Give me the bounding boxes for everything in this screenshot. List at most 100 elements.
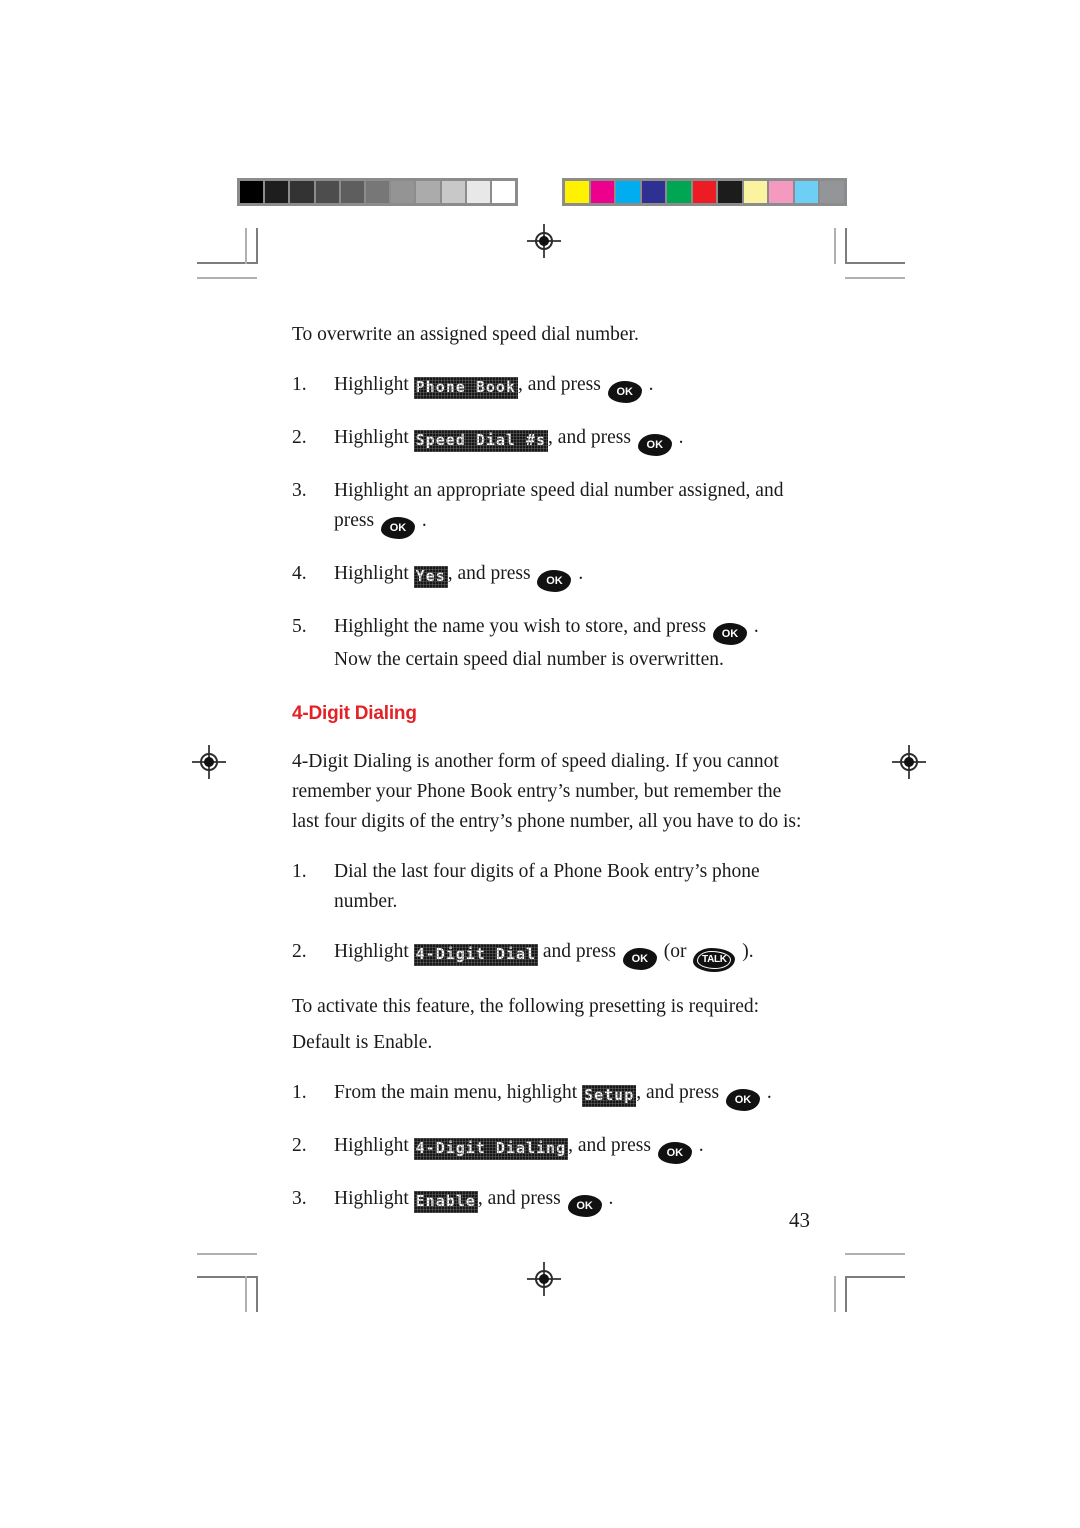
registration-target-top <box>527 224 561 258</box>
lcd-menu-label[interactable]: Phone Book <box>413 377 519 399</box>
bleed-rule-top-left <box>197 277 257 279</box>
lcd-menu-label[interactable]: Yes <box>413 566 448 588</box>
lcd-menu-label[interactable]: Speed Dial #s <box>413 430 549 452</box>
page-number: 43 <box>789 1208 810 1232</box>
color-calibration-bar <box>562 178 847 206</box>
step-number: 3. <box>292 480 307 501</box>
step-number: 5. <box>292 616 307 637</box>
talk-key-icon[interactable]: TALK <box>693 948 736 972</box>
lcd-menu-label[interactable]: 4-Digit Dialing <box>413 1138 569 1160</box>
gray-swatch-5 <box>365 181 390 203</box>
color-swatch-8 <box>769 181 793 203</box>
ok-key-icon[interactable]: OK <box>725 1089 760 1111</box>
gray-swatch-8 <box>441 181 465 203</box>
crop-mark-top-right-horizontal <box>845 262 905 264</box>
ok-key-icon[interactable]: OK <box>712 623 747 645</box>
ok-key-icon[interactable]: OK <box>657 1142 692 1164</box>
bleed-rule-bottom-right <box>845 1253 905 1255</box>
numbered-step: 4. Highlight Yes, and press OK . <box>292 559 812 592</box>
step-number: 2. <box>292 427 307 448</box>
gray-swatch-9 <box>466 181 490 203</box>
gray-swatch-10 <box>491 181 516 203</box>
lcd-menu-label[interactable]: Setup <box>582 1085 637 1107</box>
numbered-step: 1. Highlight Phone Book, and press OK . <box>292 370 812 403</box>
page-content: To overwrite an assigned speed dial numb… <box>292 320 812 1237</box>
gray-swatch-7 <box>416 181 440 203</box>
registration-target-right <box>892 745 926 779</box>
grayscale-calibration-bar <box>237 178 518 206</box>
registration-target-left <box>192 745 226 779</box>
numbered-step: 2. Highlight 4-Digit Dial and press OK (o… <box>292 937 812 972</box>
gray-swatch-3 <box>315 181 339 203</box>
ok-key-icon[interactable]: OK <box>607 381 642 403</box>
trim-tick-top-left <box>245 228 247 264</box>
ok-key-icon[interactable]: OK <box>637 434 672 456</box>
numbered-step: 1. Dial the last four digits of a Phone B… <box>292 857 812 917</box>
step-continuation-text: Now the certain speed dial number is ove… <box>334 649 724 670</box>
color-swatch-0 <box>565 181 589 203</box>
color-swatch-2 <box>616 181 640 203</box>
color-swatch-6 <box>718 181 742 203</box>
step-text: Highlight Yes, and press OK . <box>334 559 812 592</box>
step-text: Highlight Speed Dial #s, and press OK . <box>334 423 812 456</box>
trim-tick-top-right <box>834 228 836 264</box>
color-swatch-3 <box>641 181 666 203</box>
color-swatch-7 <box>743 181 768 203</box>
section-heading: 4-Digit Dialing <box>292 703 417 724</box>
ok-key-icon[interactable]: OK <box>537 570 572 592</box>
step-text: Highlight the name you wish to store, an… <box>334 612 812 675</box>
presetting-line-2: Default is Enable. <box>292 1032 433 1053</box>
intro-paragraph: To overwrite an assigned speed dial numb… <box>292 324 639 345</box>
trim-tick-bottom-right <box>834 1276 836 1312</box>
numbered-step: 1. From the main menu, highlight Setup, a… <box>292 1078 812 1111</box>
step-text: Dial the last four digits of a Phone Boo… <box>334 861 760 912</box>
talk-key-label: TALK <box>702 954 727 965</box>
step-text: Highlight an appropriate speed dial numb… <box>334 476 812 539</box>
presetting-line-1: To activate this feature, the following … <box>292 996 760 1017</box>
dialing-steps-list: 1. Dial the last four digits of a Phone B… <box>292 857 812 972</box>
registration-target-bottom <box>527 1262 561 1296</box>
crop-mark-top-right-vertical <box>845 228 847 264</box>
step-number: 4. <box>292 563 307 584</box>
crop-mark-bottom-right-vertical <box>845 1276 847 1312</box>
gray-swatch-0 <box>240 181 264 203</box>
gray-swatch-6 <box>391 181 415 203</box>
step-text: From the main menu, highlight Setup, and… <box>334 1078 812 1111</box>
gray-swatch-1 <box>265 181 289 203</box>
section-paragraph: 4-Digit Dialing is another form of speed… <box>292 751 802 832</box>
registration-center-dot <box>539 236 549 246</box>
step-number: 2. <box>292 1135 307 1156</box>
overwrite-steps-list: 1. Highlight Phone Book, and press OK . 2.… <box>292 370 812 675</box>
color-swatch-5 <box>692 181 717 203</box>
color-swatch-4 <box>667 181 691 203</box>
gray-swatch-2 <box>290 181 314 203</box>
ok-key-icon[interactable]: OK <box>380 517 415 539</box>
lcd-menu-label[interactable]: Enable <box>413 1191 479 1213</box>
crop-mark-bottom-left-vertical <box>256 1276 258 1312</box>
ok-key-icon[interactable]: OK <box>622 948 657 970</box>
step-text: Highlight Phone Book, and press OK . <box>334 370 812 403</box>
crop-mark-top-left-horizontal <box>197 262 257 264</box>
step-number: 1. <box>292 1082 307 1103</box>
presetting-steps-list: 1. From the main menu, highlight Setup, a… <box>292 1078 812 1217</box>
crop-mark-bottom-right-horizontal <box>845 1276 905 1278</box>
numbered-step: 3. Highlight Enable, and press OK . <box>292 1184 812 1217</box>
numbered-step: 3. Highlight an appropriate speed dial nu… <box>292 476 812 539</box>
crop-mark-top-left-vertical <box>256 228 258 264</box>
registration-center-dot <box>204 757 214 767</box>
lcd-menu-label[interactable]: 4-Digit Dial <box>413 944 539 966</box>
gray-swatch-4 <box>340 181 364 203</box>
bleed-rule-top-right <box>845 277 905 279</box>
color-swatch-9 <box>794 181 819 203</box>
step-number: 2. <box>292 941 307 962</box>
step-number: 1. <box>292 861 307 882</box>
ok-key-icon[interactable]: OK <box>567 1195 602 1217</box>
numbered-step: 2. Highlight 4-Digit Dialing, and press O… <box>292 1131 812 1164</box>
step-number: 3. <box>292 1188 307 1209</box>
trim-tick-bottom-left <box>245 1276 247 1312</box>
step-number: 1. <box>292 374 307 395</box>
registration-center-dot <box>904 757 914 767</box>
step-text: Highlight 4-Digit Dial and press OK (or … <box>334 937 812 972</box>
color-swatch-1 <box>590 181 615 203</box>
step-text: Highlight 4-Digit Dialing, and press OK … <box>334 1131 812 1164</box>
